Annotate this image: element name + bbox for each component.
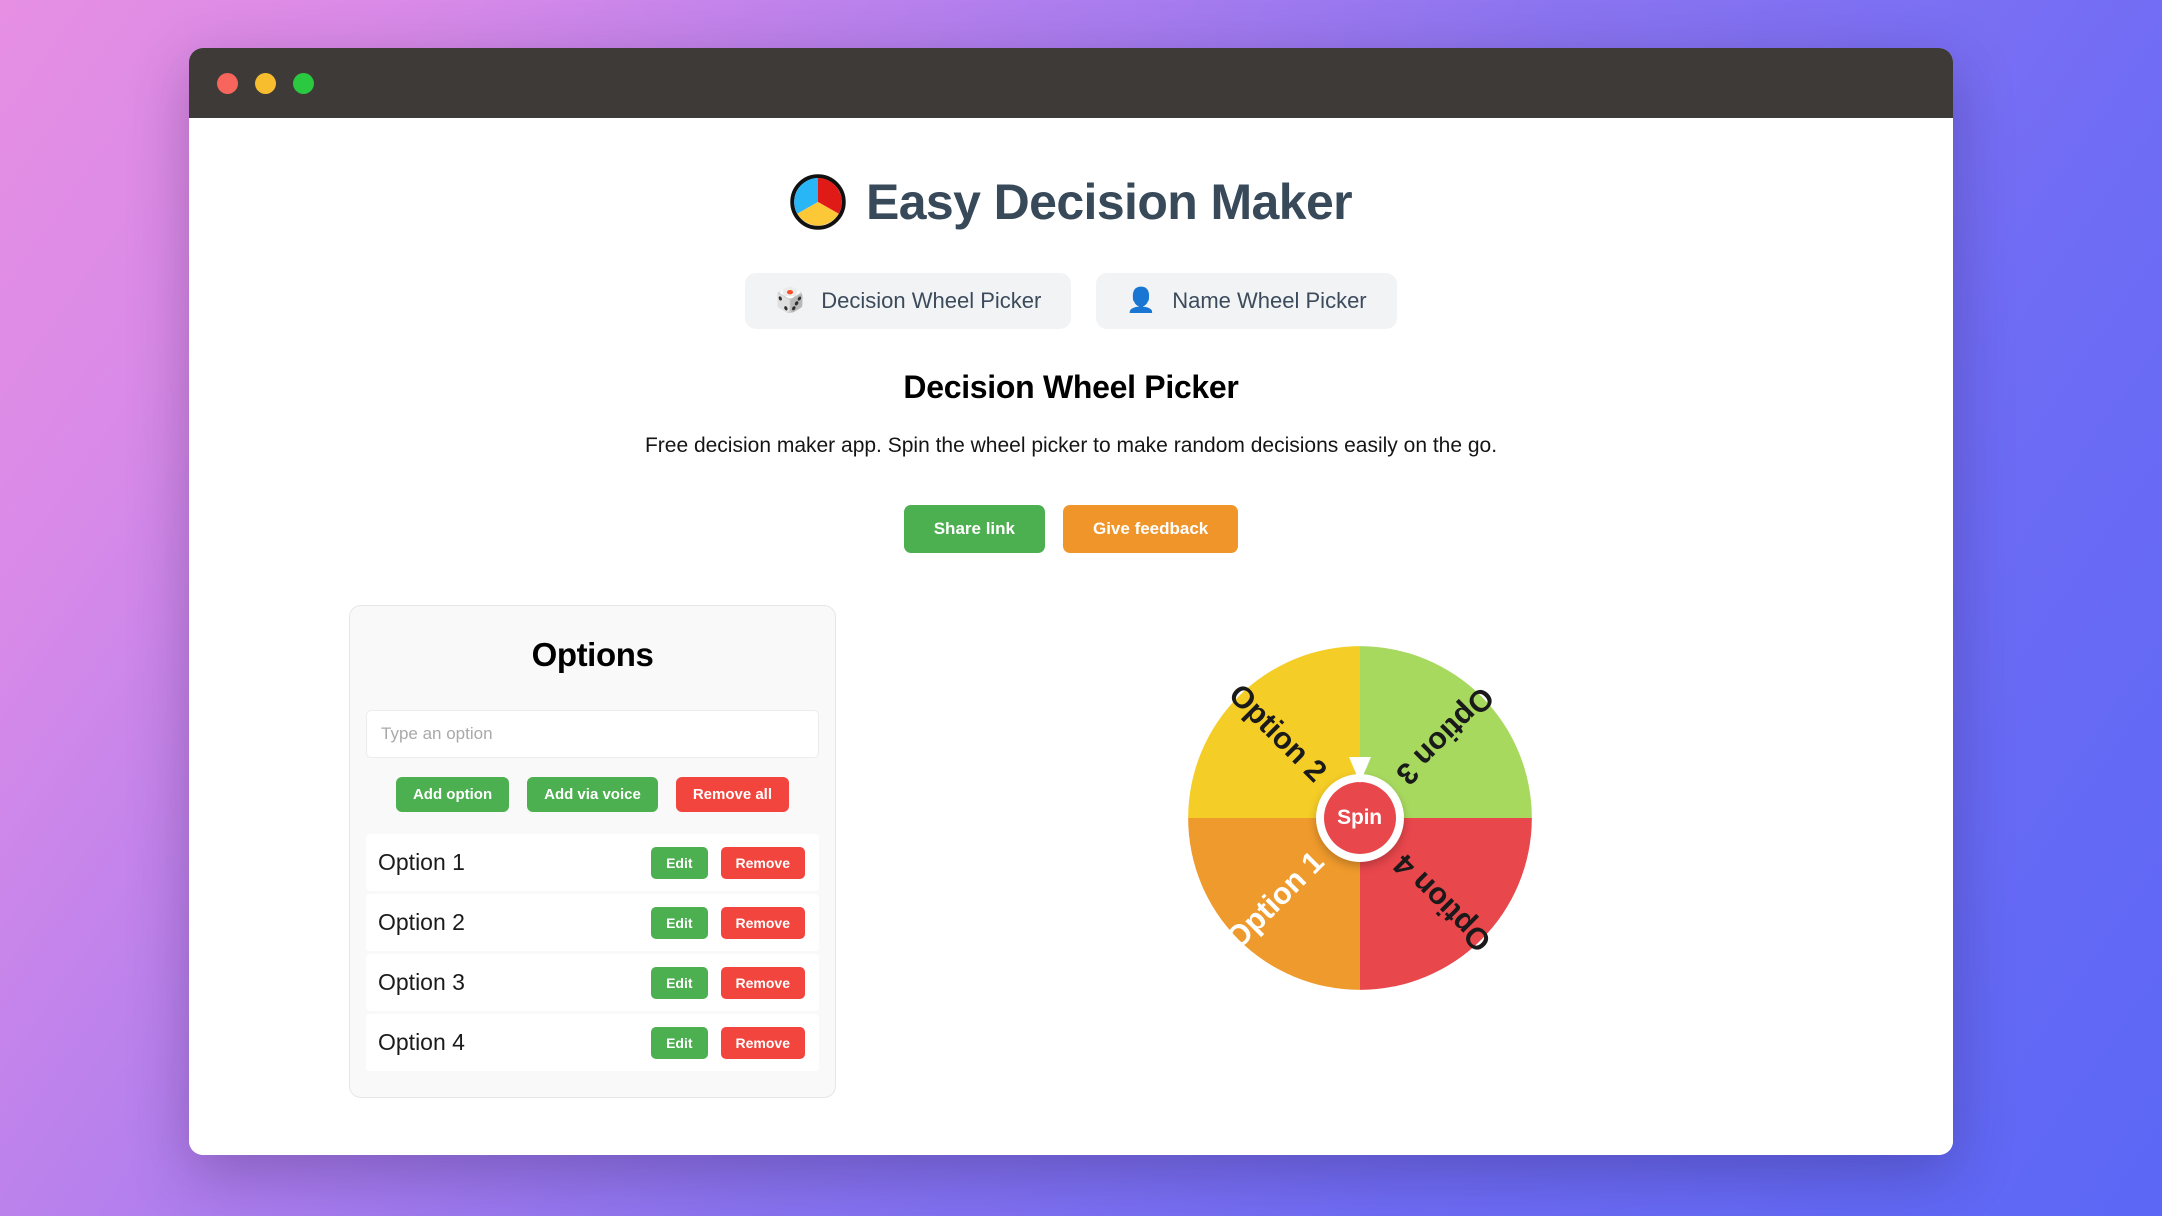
remove-option-button[interactable]: Remove [720,846,805,879]
close-window-button[interactable] [217,72,238,94]
tab-bar: 🎲 Decision Wheel Picker 👤 Name Wheel Pic… [189,273,1953,329]
options-toolbar: Add option Add via voice Remove all [366,777,819,812]
dice-icon: 🎲 [775,287,806,314]
share-link-button[interactable]: Share link [903,505,1045,553]
remove-option-button[interactable]: Remove [720,966,805,999]
row-actions: Edit Remove [651,906,805,939]
option-label: Option 1 [378,849,465,875]
tab-decision-wheel-picker-label: Decision Wheel Picker [821,288,1042,313]
option-label: Option 2 [378,909,465,935]
options-heading: Options [531,636,654,673]
row-actions: Edit Remove [651,1026,805,1059]
brand-header: Easy Decision Maker [189,173,1953,231]
list-item: Option 3 Edit Remove [366,954,819,1011]
main-area: Options Add option Add via voice Remove … [189,605,1953,1098]
wheel-column: Option 4 Option 1 Option 2 Option 3 Spin [926,605,1793,997]
edit-option-button[interactable]: Edit [651,966,708,999]
edit-option-button[interactable]: Edit [651,906,708,939]
page-content: Easy Decision Maker 🎲 Decision Wheel Pic… [189,118,1953,1155]
remove-option-button[interactable]: Remove [720,1026,805,1059]
row-actions: Edit Remove [651,966,805,999]
options-panel: Options Add option Add via voice Remove … [349,605,836,1098]
edit-option-button[interactable]: Edit [651,1026,708,1059]
person-icon: 👤 [1126,287,1157,314]
spin-button-inner: Spin [1323,782,1396,854]
spin-button[interactable]: Spin [1315,774,1404,862]
pie-wheel-icon [790,174,846,230]
spin-button-label: Spin [1337,806,1382,829]
option-input[interactable] [366,710,819,758]
app-window: Easy Decision Maker 🎲 Decision Wheel Pic… [189,48,1953,1155]
section-title: Decision Wheel Picker [903,369,1239,405]
tab-name-wheel-picker-label: Name Wheel Picker [1172,288,1367,313]
page-title: Easy Decision Maker [865,174,1353,230]
tab-decision-wheel-picker[interactable]: 🎲 Decision Wheel Picker [745,273,1072,329]
add-via-voice-button[interactable]: Add via voice [527,777,658,812]
remove-all-button[interactable]: Remove all [675,777,790,812]
traffic-lights [217,72,314,94]
add-option-button[interactable]: Add option [395,777,510,812]
minimize-window-button[interactable] [255,72,276,94]
tab-name-wheel-picker[interactable]: 👤 Name Wheel Picker [1096,273,1397,329]
section-subtitle: Free decision maker app. Spin the wheel … [644,434,1498,457]
list-item: Option 1 Edit Remove [366,834,819,891]
wheel-pointer-icon [1348,757,1371,783]
edit-option-button[interactable]: Edit [651,846,708,879]
options-list: Option 1 Edit Remove Option 2 Edit Remov… [366,834,819,1071]
action-buttons: Share link Give feedback [189,505,1953,553]
option-label: Option 4 [378,1029,465,1055]
maximize-window-button[interactable] [293,72,314,94]
decision-wheel[interactable]: Option 4 Option 1 Option 2 Option 3 Spin [1181,639,1539,997]
option-label: Option 3 [378,969,465,995]
list-item: Option 2 Edit Remove [366,894,819,951]
list-item: Option 4 Edit Remove [366,1014,819,1071]
give-feedback-button[interactable]: Give feedback [1062,505,1239,553]
row-actions: Edit Remove [651,846,805,879]
window-title-bar [189,48,1953,118]
remove-option-button[interactable]: Remove [720,906,805,939]
